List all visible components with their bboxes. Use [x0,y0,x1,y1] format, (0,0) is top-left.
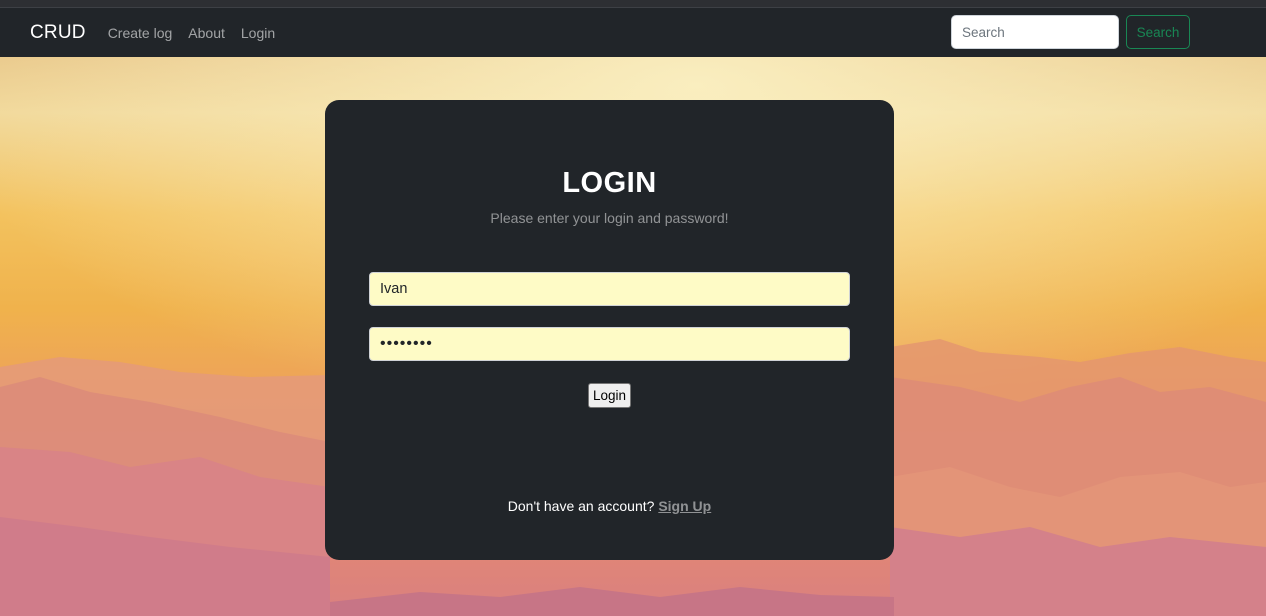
login-card: LOGIN Please enter your login and passwo… [325,100,894,560]
login-title: LOGIN [562,167,657,199]
search-form: Search [951,15,1190,49]
navbar: CRUD Create log About Login Search [0,8,1266,57]
signup-prompt-line: Don't have an account? Sign Up [325,498,894,514]
signup-prompt-text: Don't have an account? [507,498,655,514]
brand-link[interactable]: CRUD [30,22,86,44]
window-top-strip [0,0,1266,8]
nav-link-create-log[interactable]: Create log [108,25,173,41]
nav-link-about[interactable]: About [188,25,225,41]
signup-link[interactable]: Sign Up [658,498,711,514]
search-input[interactable] [951,15,1119,49]
search-button[interactable]: Search [1126,15,1190,49]
username-field[interactable] [369,272,850,306]
nav-link-login[interactable]: Login [241,25,275,41]
login-submit-button[interactable]: Login [588,383,631,408]
password-field[interactable] [369,327,850,361]
login-subtitle: Please enter your login and password! [490,210,729,226]
